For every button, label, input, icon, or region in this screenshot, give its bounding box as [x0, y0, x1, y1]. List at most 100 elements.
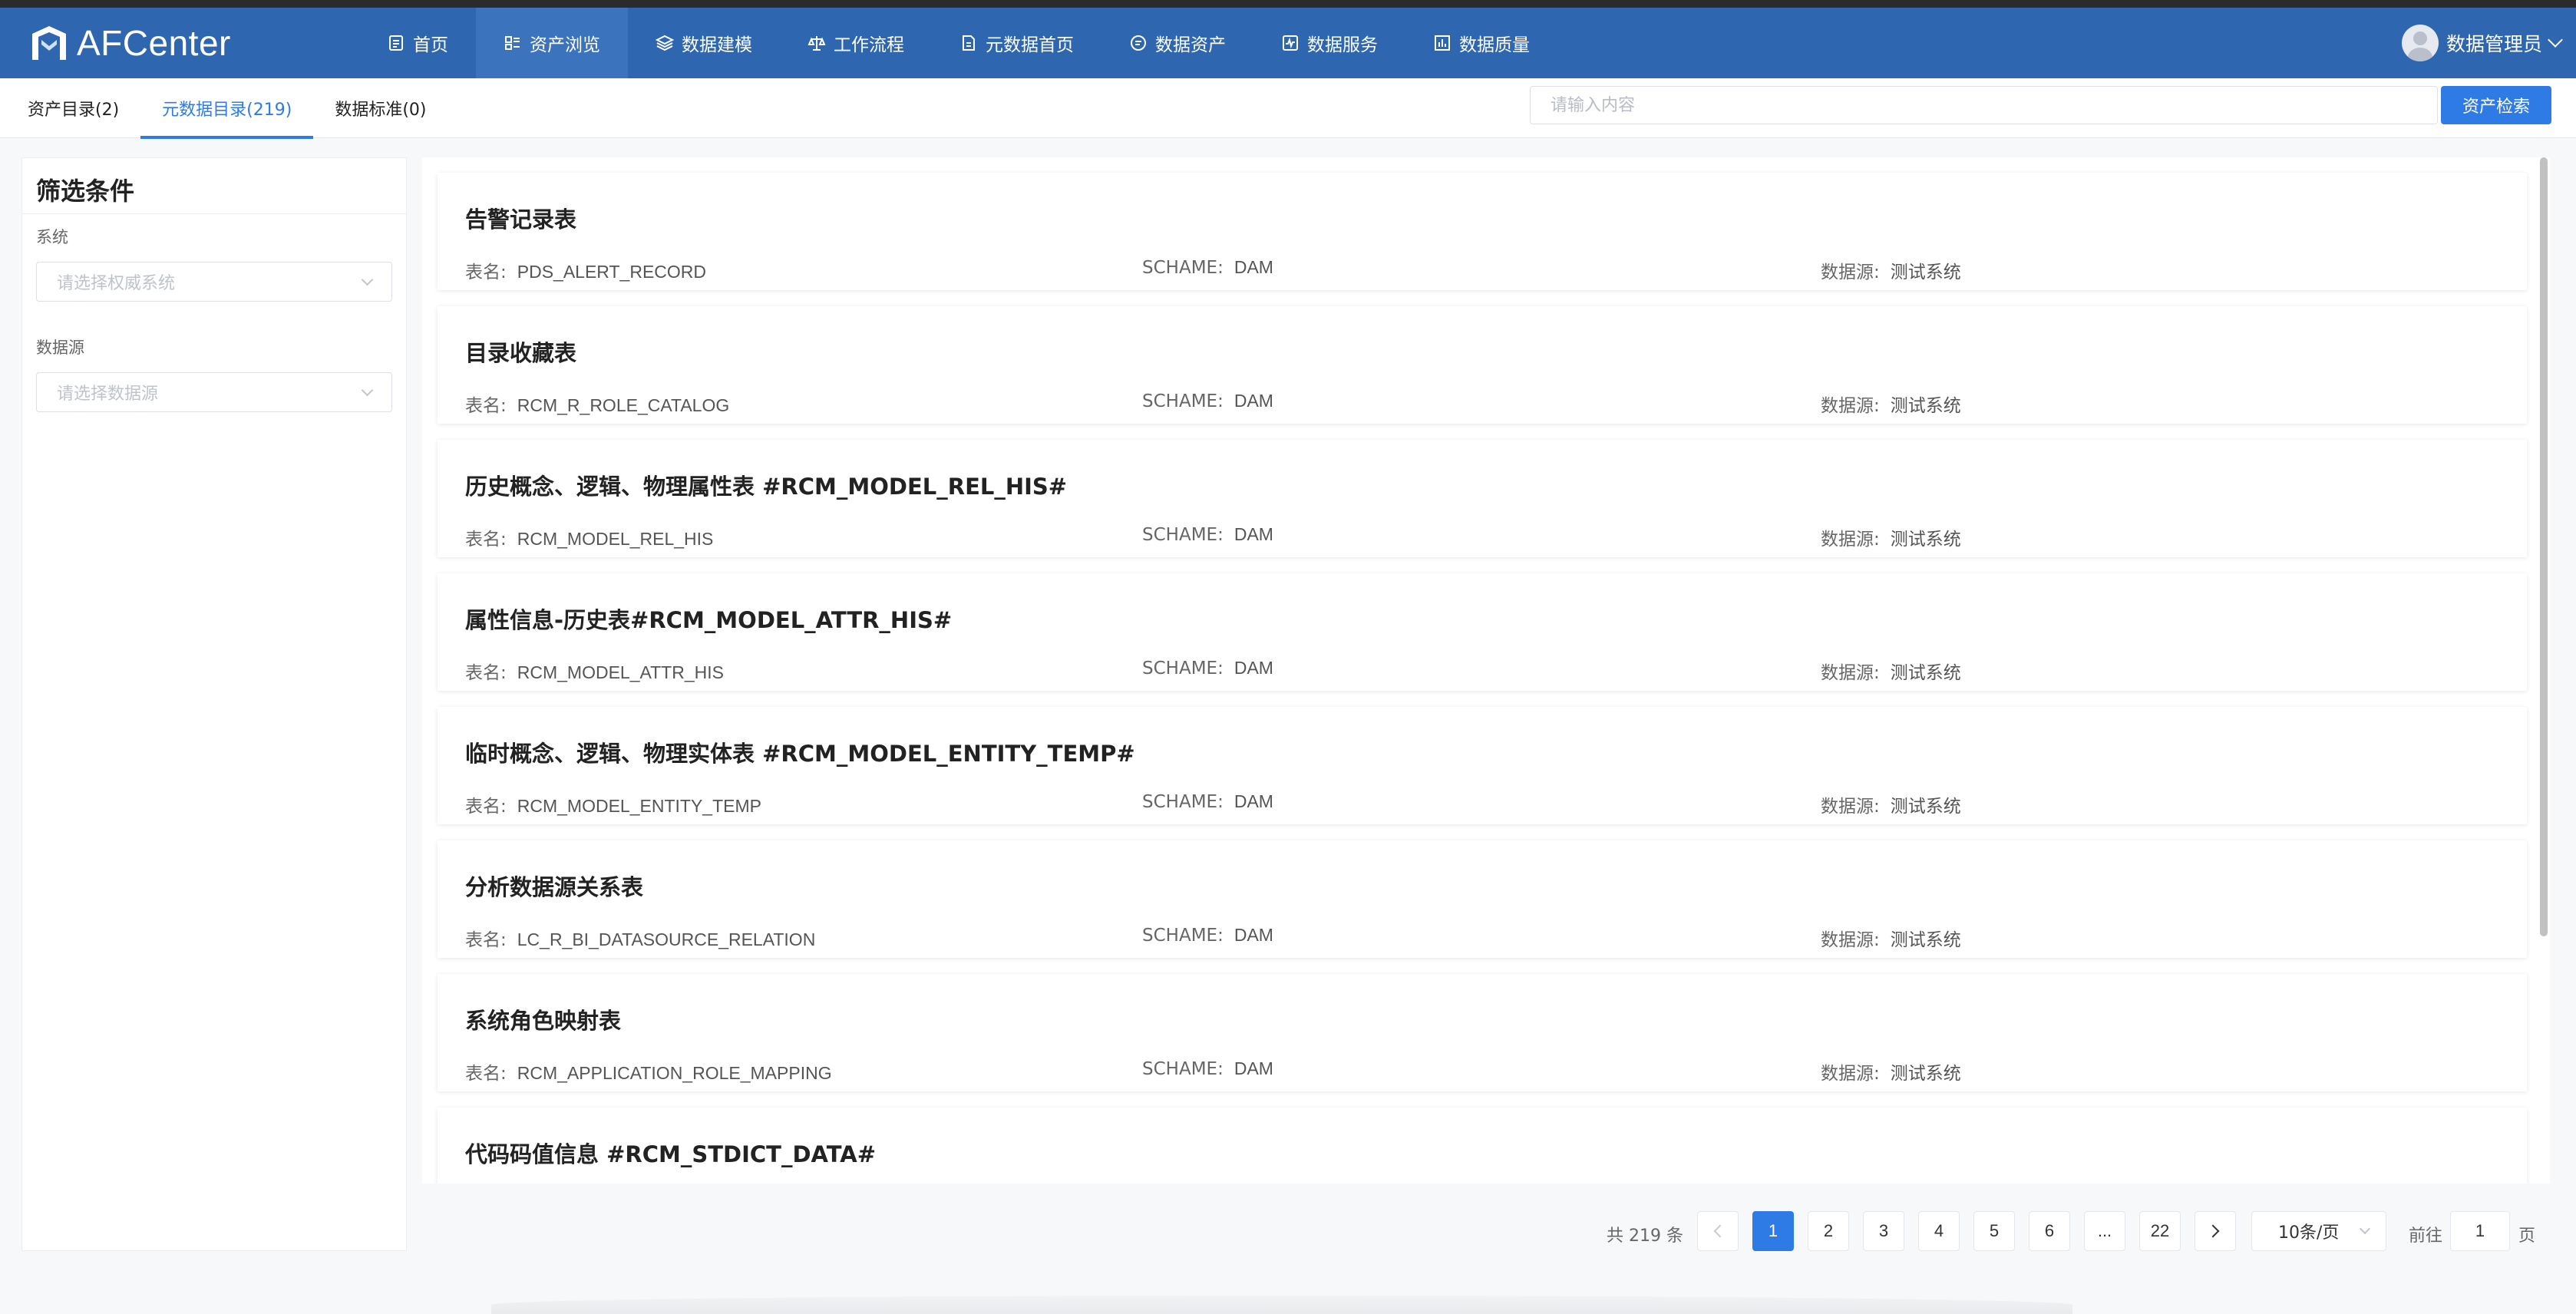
- user-menu[interactable]: 数据管理员: [2401, 8, 2563, 78]
- list-item[interactable]: 目录收藏表 表名: RCM_R_ROLE_CATALOG SCHAME: DAM 数…: [438, 306, 2527, 424]
- chat-icon: [1131, 35, 1146, 51]
- record-title: 代码码值信息 #RCM_STDICT_DATA#: [465, 1141, 876, 1167]
- result-list: 告警记录表 表名: PDS_ALERT_RECORD SCHAME: DAM 数据源…: [422, 157, 2550, 1184]
- page-suffix: 页: [2518, 1227, 2536, 1246]
- chevron-down-icon: [2359, 1223, 2371, 1235]
- table-name-field: 表名: PDS_ALERT_RECORD: [465, 262, 707, 282]
- system-select[interactable]: 请选择权威系统: [36, 262, 392, 302]
- prev-page-button[interactable]: [1697, 1211, 1739, 1251]
- avatar: [2401, 25, 2439, 61]
- pagination: 共 219 条 1 2 3 4 5 6 ... 22 10条/页 前往 页: [0, 1211, 2576, 1253]
- nav-item-label: 首页: [413, 35, 448, 55]
- record-title: 目录收藏表: [465, 340, 577, 366]
- page-button[interactable]: 2: [1808, 1211, 1849, 1251]
- nav-item-label: 元数据首页: [986, 35, 1074, 55]
- nav-item-metadata-home[interactable]: 元数据首页: [932, 8, 1101, 78]
- schema-field: SCHAME: DAM: [1142, 524, 1273, 545]
- logo-icon: [32, 26, 66, 60]
- table-name-field: 表名: LC_R_BI_DATASOURCE_RELATION: [465, 929, 816, 950]
- list-item[interactable]: 系统角色映射表 表名: RCM_APPLICATION_ROLE_MAPPING …: [438, 974, 2527, 1091]
- top-navbar: AFCenter 首页 资产浏览 数据建模 工作流程 元数据首页 数据资产 数据…: [0, 8, 2576, 78]
- nav-item-label: 数据资产: [1155, 35, 1226, 55]
- chevron-down-icon: [361, 384, 374, 396]
- total-count: 共 219 条: [1607, 1227, 1683, 1246]
- nav-item-label: 工作流程: [834, 35, 904, 55]
- nav-item-data-assets[interactable]: 数据资产: [1101, 8, 1253, 78]
- page-button[interactable]: 6: [2029, 1211, 2070, 1251]
- datasource-select[interactable]: 请选择数据源: [36, 372, 392, 412]
- datasource-field: 数据源: 测试系统: [1821, 262, 1961, 282]
- datasource-field: 数据源: 测试系统: [1821, 529, 1961, 550]
- chevron-down-icon: [2548, 32, 2563, 48]
- nav-item-label: 数据质量: [1459, 35, 1530, 55]
- tab-asset-catalog[interactable]: 资产目录(2): [6, 78, 140, 138]
- schema-field: SCHAME: DAM: [1142, 925, 1273, 946]
- list-item[interactable]: 分析数据源关系表 表名: LC_R_BI_DATASOURCE_RELATION …: [438, 840, 2527, 958]
- schema-field: SCHAME: DAM: [1142, 391, 1273, 411]
- datasource-field: 数据源: 测试系统: [1821, 1063, 1961, 1084]
- pulse-icon: [1283, 35, 1298, 51]
- main-nav: 首页 资产浏览 数据建模 工作流程 元数据首页 数据资产 数据服务 数据质量: [359, 8, 1557, 78]
- record-title: 分析数据源关系表: [465, 874, 644, 900]
- sub-navbar: 资产目录(2) 元数据目录(219) 数据标准(0) 资产检索: [0, 78, 2576, 139]
- bar-chart-icon: [1435, 35, 1450, 51]
- page-size-select[interactable]: 10条/页: [2251, 1211, 2386, 1251]
- table-name-field: 表名: RCM_MODEL_ENTITY_TEMP: [465, 796, 761, 817]
- goto-page-input[interactable]: [2450, 1211, 2510, 1251]
- nav-item-label: 资产浏览: [530, 35, 600, 55]
- table-name-field: 表名: RCM_MODEL_REL_HIS: [465, 529, 714, 550]
- page-button[interactable]: 1: [1752, 1211, 1794, 1251]
- document-icon: [389, 35, 403, 51]
- nav-item-workflow[interactable]: 工作流程: [780, 8, 932, 78]
- balance-icon: [807, 36, 826, 51]
- window-bottom-shadow: [491, 1296, 2072, 1314]
- datasource-label: 数据源: [36, 338, 84, 357]
- window-top-strip: [0, 0, 2576, 8]
- page-button[interactable]: 3: [1863, 1211, 1904, 1251]
- list-scrollbar[interactable]: [2540, 157, 2548, 936]
- user-name: 数据管理员: [2446, 33, 2542, 55]
- tab-data-standards[interactable]: 数据标准(0): [313, 78, 447, 138]
- list-item[interactable]: 代码码值信息 #RCM_STDICT_DATA#: [438, 1108, 2527, 1184]
- page-button[interactable]: 4: [1918, 1211, 1960, 1251]
- layers-icon: [656, 35, 674, 51]
- schema-field: SCHAME: DAM: [1142, 257, 1273, 278]
- filter-panel: 筛选条件 系统 请选择权威系统 数据源 请选择数据源: [21, 157, 407, 1251]
- asset-search-button[interactable]: 资产检索: [2441, 86, 2551, 124]
- datasource-field: 数据源: 测试系统: [1821, 929, 1961, 950]
- nav-item-asset-browse[interactable]: 资产浏览: [476, 8, 628, 78]
- nav-item-data-modeling[interactable]: 数据建模: [628, 8, 780, 78]
- chevron-left-icon: [1713, 1224, 1727, 1238]
- page-button[interactable]: 22: [2139, 1211, 2181, 1251]
- datasource-field: 数据源: 测试系统: [1821, 796, 1961, 817]
- record-title: 属性信息-历史表#RCM_MODEL_ATTR_HIS#: [465, 607, 953, 633]
- record-title: 历史概念、逻辑、物理属性表 #RCM_MODEL_REL_HIS#: [465, 474, 1068, 500]
- goto-label: 前往: [2409, 1227, 2443, 1246]
- list-item[interactable]: 历史概念、逻辑、物理属性表 #RCM_MODEL_REL_HIS# 表名: RCM…: [438, 440, 2527, 557]
- nav-item-data-quality[interactable]: 数据质量: [1405, 8, 1557, 78]
- file-edit-icon: [963, 35, 975, 51]
- schema-field: SCHAME: DAM: [1142, 658, 1273, 678]
- chevron-right-icon: [2206, 1224, 2220, 1238]
- logo-text: AFCenter: [77, 23, 231, 63]
- nav-item-data-services[interactable]: 数据服务: [1253, 8, 1405, 78]
- logo[interactable]: AFCenter: [29, 22, 359, 64]
- list-item[interactable]: 临时概念、逻辑、物理实体表 #RCM_MODEL_ENTITY_TEMP# 表名…: [438, 707, 2527, 824]
- page-button[interactable]: 5: [1973, 1211, 2015, 1251]
- schema-field: SCHAME: DAM: [1142, 1058, 1273, 1079]
- datasource-field: 数据源: 测试系统: [1821, 395, 1961, 416]
- list-item[interactable]: 属性信息-历史表#RCM_MODEL_ATTR_HIS# 表名: RCM_MODE…: [438, 573, 2527, 691]
- nav-item-label: 数据建模: [682, 35, 752, 55]
- record-title: 临时概念、逻辑、物理实体表 #RCM_MODEL_ENTITY_TEMP#: [465, 741, 1135, 767]
- chevron-down-icon: [361, 273, 374, 286]
- next-page-button[interactable]: [2195, 1211, 2236, 1251]
- more-pages-button[interactable]: ...: [2084, 1211, 2125, 1251]
- schema-field: SCHAME: DAM: [1142, 791, 1273, 812]
- search-input[interactable]: [1530, 86, 2438, 124]
- nav-item-home[interactable]: 首页: [359, 8, 476, 78]
- table-name-field: 表名: RCM_R_ROLE_CATALOG: [465, 395, 730, 416]
- tab-metadata-catalog[interactable]: 元数据目录(219): [140, 78, 314, 139]
- nav-item-label: 数据服务: [1307, 35, 1378, 55]
- list-item[interactable]: 告警记录表 表名: PDS_ALERT_RECORD SCHAME: DAM 数据源…: [438, 173, 2527, 290]
- record-title: 告警记录表: [465, 206, 577, 233]
